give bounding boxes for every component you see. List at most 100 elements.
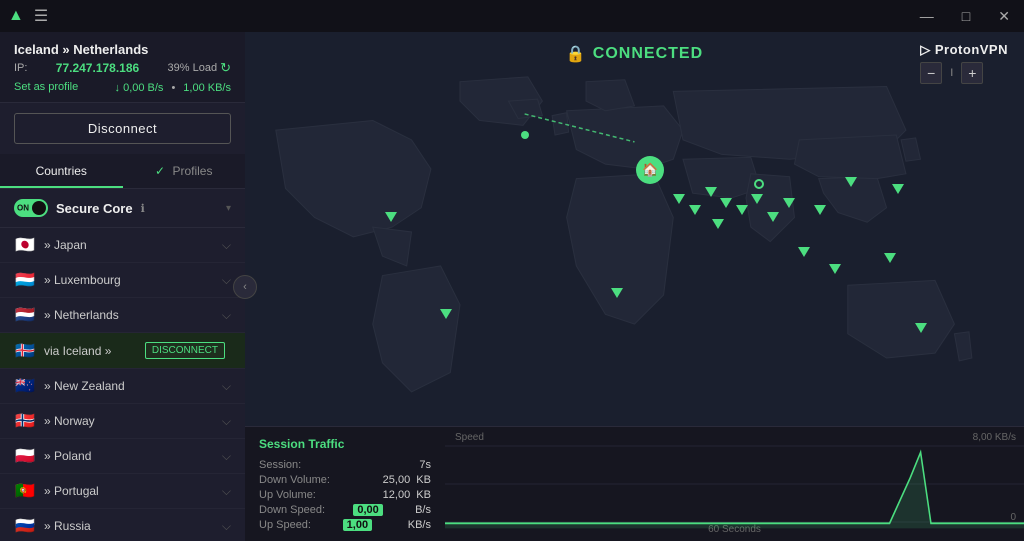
up-speed-value: 1,00 — [343, 519, 372, 531]
country-flag-2: 🇳🇱 — [14, 307, 36, 323]
minimize-button[interactable]: — — [914, 6, 940, 26]
country-item-6[interactable]: 🇵🇱 » Poland⌵ — [0, 439, 245, 474]
country-item-8[interactable]: 🇷🇺 » Russia⌵ — [0, 509, 245, 541]
country-chevron-1: ⌵ — [222, 273, 231, 288]
country-item-3[interactable]: 🇮🇸via Iceland »DISCONNECT — [0, 333, 245, 369]
titlebar-right: — □ ✕ — [914, 6, 1016, 27]
maximize-button[interactable]: □ — [956, 6, 976, 26]
country-name-3: via Iceland » — [44, 344, 145, 358]
country-item-5[interactable]: 🇳🇴 » Norway⌵ — [0, 404, 245, 439]
country-flag-8: 🇷🇺 — [14, 518, 36, 534]
info-icon[interactable]: ℹ — [141, 202, 145, 215]
country-item-7[interactable]: 🇵🇹 » Portugal⌵ — [0, 474, 245, 509]
titlebar: ▲ ☰ — □ ✕ — [0, 0, 1024, 32]
down-speed-unit: B/s — [415, 504, 431, 516]
connection-load: 39% Load ↻ — [168, 60, 231, 76]
connected-status: 🔒 CONNECTED — [566, 44, 703, 64]
connection-info: Iceland » Netherlands IP: 77.247.178.186… — [0, 32, 245, 103]
down-speed-value: 0,00 — [353, 504, 382, 516]
hamburger-menu-icon[interactable]: ☰ — [34, 6, 48, 26]
disconnect-button[interactable]: Disconnect — [14, 113, 231, 144]
conn-ip-row: IP: 77.247.178.186 39% Load ↻ — [14, 60, 231, 76]
connection-route: Iceland » Netherlands — [14, 42, 231, 57]
country-chevron-5: ⌵ — [222, 414, 231, 429]
country-name-6: » Poland — [44, 449, 222, 463]
zoom-controls: − I + — [920, 62, 1008, 84]
country-item-4[interactable]: 🇳🇿 » New Zealand⌵ — [0, 369, 245, 404]
tab-profiles[interactable]: ✓ Profiles — [123, 154, 246, 188]
session-row-time: Session: 7s — [259, 459, 431, 471]
secure-core-label: Secure Core — [56, 201, 133, 216]
country-name-0: » Japan — [44, 238, 222, 252]
proton-logo: ▷ ProtonVPN — [920, 42, 1008, 58]
map-area: 🔒 CONNECTED ▷ ProtonVPN − I + — [245, 32, 1024, 541]
zoom-value: I — [946, 67, 957, 79]
country-chevron-6: ⌵ — [222, 449, 231, 464]
up-vol-label: Up Volume: — [259, 489, 316, 501]
close-button[interactable]: ✕ — [992, 6, 1016, 27]
down-speed: ↓ 0,00 B/s — [115, 82, 164, 94]
session-title: Session Traffic — [259, 437, 431, 451]
secure-core-toggle[interactable]: ON — [14, 199, 48, 217]
sidebar-collapse-button[interactable]: ‹ — [233, 275, 257, 299]
tabs: Countries ✓ Profiles — [0, 154, 245, 189]
toggle-on-label: ON — [17, 204, 29, 213]
country-name-4: » New Zealand — [44, 379, 222, 393]
toggle-knob — [32, 201, 46, 215]
session-row-down-vol: Down Volume: 25,00 KB — [259, 474, 431, 486]
country-flag-7: 🇵🇹 — [14, 483, 36, 499]
profiles-check-icon: ✓ — [155, 164, 165, 178]
country-chevron-8: ⌵ — [222, 519, 231, 534]
zoom-minus-button[interactable]: − — [920, 62, 942, 84]
chart-area: Speed 8,00 KB/s 0 60 Seconds — [445, 427, 1024, 541]
down-vol-value: 25,00 KB — [383, 474, 431, 486]
zoom-plus-button[interactable]: + — [961, 62, 983, 84]
country-chevron-2: ⌵ — [222, 308, 231, 323]
ip-label: IP: — [14, 62, 27, 74]
up-speed-unit: KB/s — [408, 519, 431, 531]
up-speed: 1,00 KB/s — [183, 82, 231, 94]
proton-brand: ▷ ProtonVPN − I + — [920, 42, 1008, 84]
session-time-label: Session: — [259, 459, 301, 471]
country-name-5: » Norway — [44, 414, 222, 428]
down-speed-label: Down Speed: — [259, 504, 325, 516]
country-chevron-4: ⌵ — [222, 379, 231, 394]
session-time-value: 7s — [419, 459, 431, 471]
country-list: 🇯🇵» Japan⌵🇱🇺» Luxembourg⌵🇳🇱» Netherlands… — [0, 228, 245, 541]
country-item-2[interactable]: 🇳🇱 » Netherlands⌵ — [0, 298, 245, 333]
speed-row: ↓ 0,00 B/s • 1,00 KB/s — [115, 82, 231, 94]
app-logo-icon: ▲ — [8, 7, 24, 25]
country-flag-4: 🇳🇿 — [14, 378, 36, 394]
down-vol-label: Down Volume: — [259, 474, 330, 486]
session-panel: Session Traffic Session: 7s Down Volume:… — [245, 426, 1024, 541]
secure-core-row: ON Secure Core ℹ ▾ — [0, 189, 245, 228]
up-vol-value: 12,00 KB — [383, 489, 431, 501]
country-flag-1: 🇱🇺 — [14, 272, 36, 288]
country-item-0[interactable]: 🇯🇵 » Japan⌵ — [0, 228, 245, 263]
country-chevron-7: ⌵ — [222, 484, 231, 499]
set-as-profile-link[interactable]: Set as profile — [14, 81, 78, 93]
up-speed-label: Up Speed: — [259, 519, 311, 531]
lock-icon: 🔒 — [566, 44, 587, 64]
chart-svg — [445, 427, 1024, 541]
country-name-8: » Russia — [44, 519, 222, 533]
country-name-2: » Netherlands — [44, 308, 222, 322]
country-flag-6: 🇵🇱 — [14, 448, 36, 464]
country-item-1[interactable]: 🇱🇺 » Luxembourg⌵ — [0, 263, 245, 298]
country-flag-5: 🇳🇴 — [14, 413, 36, 429]
disconnect-tag-3[interactable]: DISCONNECT — [145, 342, 225, 359]
titlebar-left: ▲ ☰ — [8, 6, 48, 26]
country-name-1: » Luxembourg — [44, 273, 222, 287]
country-name-7: » Portugal — [44, 484, 222, 498]
country-flag-0: 🇯🇵 — [14, 237, 36, 253]
collapse-button[interactable]: ▾ — [226, 203, 231, 214]
country-chevron-0: ⌵ — [222, 238, 231, 253]
session-row-up-speed: Up Speed: 1,00 KB/s — [259, 519, 431, 531]
connection-ip: 77.247.178.186 — [56, 61, 139, 75]
main-layout: Iceland » Netherlands IP: 77.247.178.186… — [0, 32, 1024, 541]
session-row-down-speed: Down Speed: 0,00 B/s — [259, 504, 431, 516]
world-map — [245, 72, 1024, 421]
sidebar: Iceland » Netherlands IP: 77.247.178.186… — [0, 32, 245, 541]
tab-countries[interactable]: Countries — [0, 154, 123, 188]
connected-label: CONNECTED — [593, 45, 703, 63]
